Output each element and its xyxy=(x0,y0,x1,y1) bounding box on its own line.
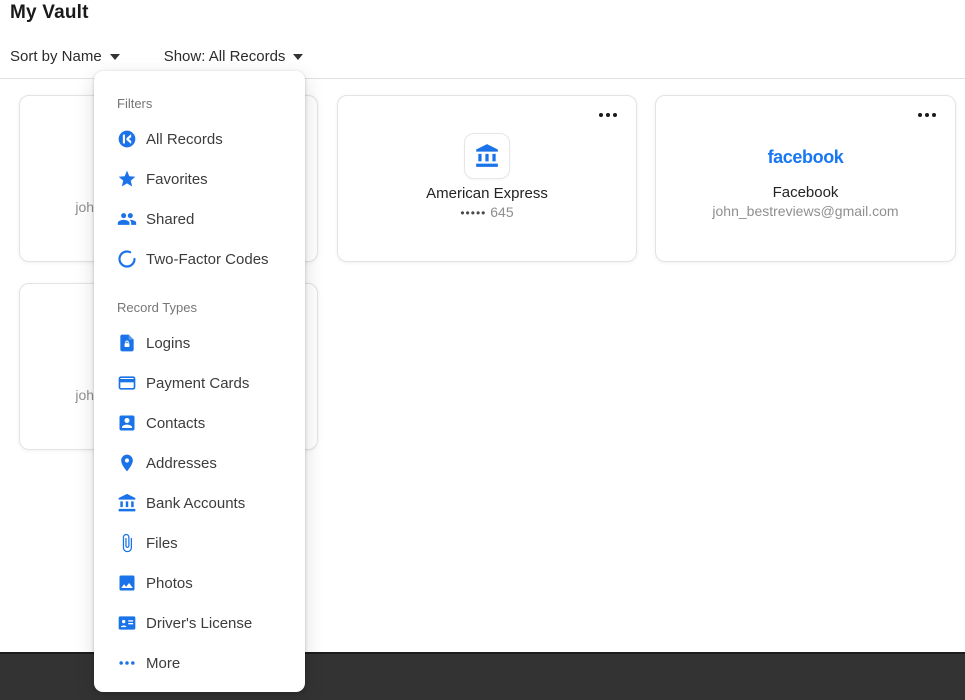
menu-item-favorites[interactable]: Favorites xyxy=(94,159,305,199)
menu-item-label: Driver's License xyxy=(146,614,253,632)
menu-item-label: Two-Factor Codes xyxy=(146,250,269,268)
people-icon xyxy=(117,209,137,229)
id-card-icon xyxy=(117,613,137,633)
menu-item-shared[interactable]: Shared xyxy=(94,199,305,239)
bank-icon xyxy=(464,133,510,179)
login-file-icon xyxy=(117,333,137,353)
menu-item-two-factor-codes[interactable]: Two-Factor Codes xyxy=(94,239,305,279)
menu-item-label: Photos xyxy=(146,574,193,592)
sort-dropdown-label: Sort by Name xyxy=(10,47,102,65)
record-masked-number: ••••• 645 xyxy=(460,203,513,222)
more-dots-icon xyxy=(117,653,137,673)
record-subtitle: john_bestreviews@gmail.com xyxy=(712,203,899,219)
refresh-circle-icon xyxy=(117,249,137,269)
menu-item-label: Payment Cards xyxy=(146,374,250,392)
chevron-down-icon xyxy=(109,54,120,60)
menu-item-label: All Records xyxy=(146,130,223,148)
menu-item-label: Favorites xyxy=(146,170,208,188)
show-filter-dropdown[interactable]: Show: All Records xyxy=(164,48,304,65)
menu-item-label: Bank Accounts xyxy=(146,494,246,512)
masked-digits: ••••• xyxy=(460,206,487,220)
menu-item-bank-accounts[interactable]: Bank Accounts xyxy=(94,483,305,523)
keeper-logo-icon xyxy=(117,129,137,149)
menu-item-label: Contacts xyxy=(146,414,206,432)
toolbar: Sort by Name Show: All Records xyxy=(10,45,304,67)
menu-item-contacts[interactable]: Contacts xyxy=(94,403,305,443)
menu-item-more[interactable]: More xyxy=(94,643,305,683)
credit-card-icon xyxy=(117,373,137,393)
page-title: My Vault xyxy=(10,2,89,23)
menu-item-all-records[interactable]: All Records xyxy=(94,119,305,159)
star-icon xyxy=(117,169,137,189)
facebook-logo: facebook xyxy=(767,147,844,167)
map-pin-icon xyxy=(117,453,137,473)
record-card-american-express[interactable]: American Express ••••• 645 xyxy=(337,95,637,262)
menu-item-addresses[interactable]: Addresses xyxy=(94,443,305,483)
menu-item-drivers-license[interactable]: Driver's License xyxy=(94,603,305,643)
menu-item-label: More xyxy=(146,654,181,672)
menu-section-record-types: Record Types xyxy=(117,299,197,315)
menu-item-label: Logins xyxy=(146,334,191,352)
card-options-button[interactable] xyxy=(596,110,620,120)
record-title: American Express xyxy=(426,185,548,202)
menu-item-label: Shared xyxy=(146,210,195,228)
menu-item-label: Addresses xyxy=(146,454,217,472)
record-title: Facebook xyxy=(772,184,839,201)
show-filter-label: Show: All Records xyxy=(163,47,286,65)
record-card-facebook[interactable]: facebook Facebook john_bestreviews@gmail… xyxy=(655,95,956,262)
menu-item-files[interactable]: Files xyxy=(94,523,305,563)
sort-dropdown[interactable]: Sort by Name xyxy=(10,48,120,65)
contact-icon xyxy=(117,413,137,433)
card-options-button[interactable] xyxy=(915,110,939,120)
menu-item-payment-cards[interactable]: Payment Cards xyxy=(94,363,305,403)
filter-menu: Filters All Records Favorites Shared Two… xyxy=(94,71,305,692)
chevron-down-icon xyxy=(293,54,304,60)
menu-item-logins[interactable]: Logins xyxy=(94,323,305,363)
bank-icon xyxy=(117,493,137,513)
menu-section-filters: Filters xyxy=(117,95,153,111)
last-digits: 645 xyxy=(490,204,514,220)
paperclip-icon xyxy=(117,533,137,553)
menu-item-photos[interactable]: Photos xyxy=(94,563,305,603)
menu-item-label: Files xyxy=(146,534,178,552)
photo-icon xyxy=(117,573,137,593)
